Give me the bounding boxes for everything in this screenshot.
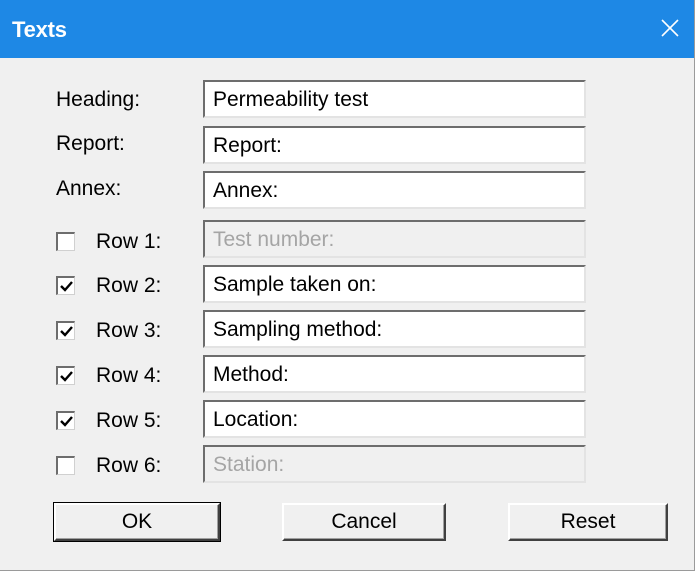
- row-4-checkbox[interactable]: [56, 366, 75, 385]
- report-label: Report:: [56, 132, 125, 155]
- row-1-input[interactable]: Test number:: [203, 220, 586, 258]
- row-2-checkbox[interactable]: [56, 276, 75, 295]
- close-button[interactable]: [646, 0, 694, 58]
- dialog-title: Texts: [12, 17, 67, 42]
- row-6-checkbox[interactable]: [56, 456, 75, 475]
- row-4-input[interactable]: Method:: [203, 355, 586, 393]
- row-5-checkbox[interactable]: [56, 411, 75, 430]
- check-icon: [60, 326, 73, 337]
- check-icon: [60, 281, 73, 292]
- ok-button[interactable]: OK: [53, 502, 221, 542]
- row-3-label: Row 3:: [96, 319, 162, 342]
- title-bar[interactable]: Texts: [0, 0, 694, 58]
- row-3-input[interactable]: Sampling method:: [203, 310, 586, 348]
- row-6-input[interactable]: Station:: [203, 445, 586, 483]
- close-icon: [661, 19, 679, 37]
- row-5-input[interactable]: Location:: [203, 400, 586, 438]
- heading-input[interactable]: Permeability test: [203, 80, 586, 118]
- check-icon: [60, 371, 73, 382]
- row-1-checkbox[interactable]: [56, 232, 75, 251]
- row-2-input[interactable]: Sample taken on:: [203, 265, 586, 303]
- row-4-label: Row 4:: [96, 364, 162, 387]
- check-icon: [60, 416, 73, 427]
- annex-label: Annex:: [56, 177, 122, 200]
- row-5-label: Row 5:: [96, 409, 162, 432]
- report-input[interactable]: Report:: [203, 126, 586, 164]
- heading-label: Heading:: [56, 88, 141, 111]
- cancel-button[interactable]: Cancel: [282, 503, 446, 541]
- texts-dialog: Texts Heading: Permeability test Report:…: [0, 0, 695, 571]
- row-1-label: Row 1:: [96, 230, 162, 253]
- row-6-label: Row 6:: [96, 454, 162, 477]
- reset-button[interactable]: Reset: [508, 503, 668, 541]
- row-3-checkbox[interactable]: [56, 321, 75, 340]
- annex-input[interactable]: Annex:: [203, 171, 586, 209]
- row-2-label: Row 2:: [96, 274, 162, 297]
